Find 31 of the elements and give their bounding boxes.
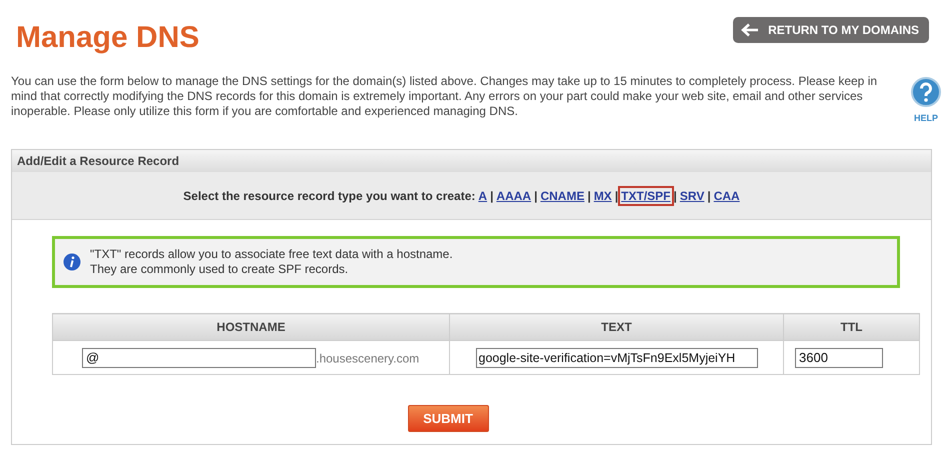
back-arrow-icon: [741, 23, 760, 37]
separator: |: [674, 188, 677, 202]
type-prompt: Select the resource record type you want to create:: [183, 188, 476, 202]
separator: |: [490, 188, 494, 202]
return-button[interactable]: RETURN TO MY DOMAINS: [733, 17, 929, 43]
info-text: "TXT" records allow you to associate free text data with a hostname.: [90, 247, 453, 262]
record-type-link[interactable]: CNAME: [537, 186, 588, 206]
column-header: TEXT: [450, 314, 784, 340]
record-type-link[interactable]: CAA: [710, 186, 743, 206]
intro-paragraph: You can use the form below to manage the DNS settings for the domain(s) listed above. Changes may take up to 15 minutes to completely process. Please keep in mind that correctly modifying the DNS records for this domain is extremely important. Any errors on your part could make your web site, email and other services inoperable. Please only utilize this form if you are comfortable and experienced managing DNS.: [11, 74, 878, 120]
column-header: HOSTNAME: [52, 314, 450, 340]
panel-title: Add/Edit a Resource Record: [17, 154, 180, 168]
record-type-link[interactable]: SRV: [676, 186, 708, 206]
info-icon: [63, 253, 81, 271]
page-title: Manage DNS: [16, 21, 200, 55]
help-label[interactable]: HELP: [914, 113, 938, 123]
domain-suffix: .housescenery.com: [316, 351, 420, 365]
text-field[interactable]: google-site-verification=vMjTsFn9Exl5MyjeiYH: [476, 348, 758, 368]
info-text: They are commonly used to create SPF records.: [90, 262, 350, 277]
record-type-link[interactable]: MX: [590, 186, 615, 206]
help-icon[interactable]: [911, 77, 941, 107]
ttl-field[interactable]: 3600: [795, 348, 883, 368]
separator: |: [534, 188, 538, 202]
separator: |: [614, 188, 618, 202]
separator: |: [587, 188, 591, 202]
column-header: TTL: [784, 314, 920, 340]
separator: |: [707, 188, 711, 202]
record-type-link[interactable]: TXT/SPF: [618, 186, 674, 206]
record-type-link[interactable]: A: [475, 186, 490, 206]
record-type-link[interactable]: AAAA: [493, 186, 534, 206]
hostname-field[interactable]: @: [82, 348, 316, 368]
